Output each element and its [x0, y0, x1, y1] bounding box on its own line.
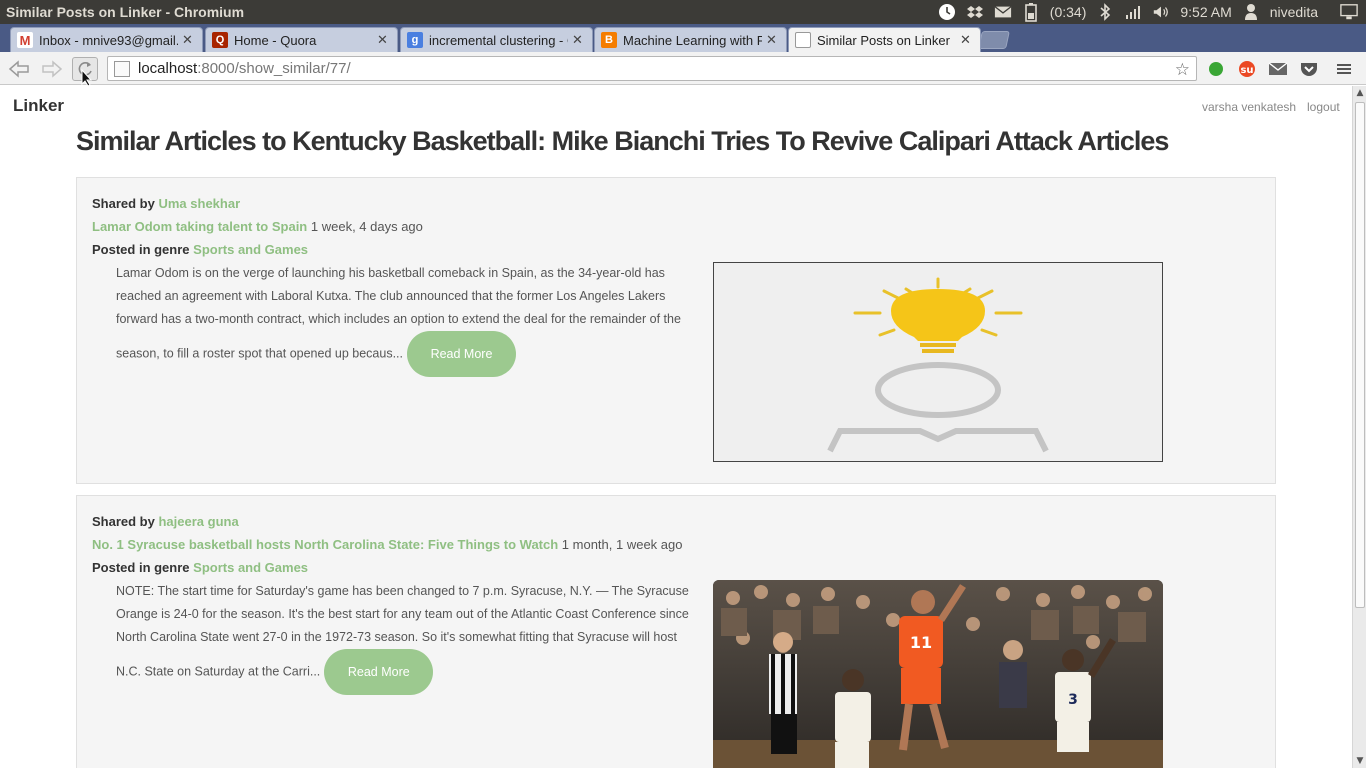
volume-icon[interactable] [1152, 3, 1170, 21]
page-scrollbar[interactable]: ▲ ▼ [1352, 86, 1366, 768]
site-navbar: Linker varsha venkatesh logout [0, 86, 1352, 128]
read-more-button[interactable]: Read More [407, 331, 516, 377]
clock-app-icon[interactable] [938, 3, 956, 21]
genre-line: Posted in genre Sports and Games [92, 242, 308, 257]
blogger-icon: B [601, 32, 617, 48]
post-title-line: Lamar Odom taking talent to Spain 1 week… [92, 219, 423, 234]
pocket-extension-icon[interactable] [1299, 59, 1319, 79]
tab-label: Home - Quora [234, 32, 317, 48]
close-icon[interactable]: ✕ [182, 32, 194, 48]
scroll-down-arrow-icon[interactable]: ▼ [1353, 754, 1366, 768]
gmail-icon: M [17, 32, 33, 48]
bluetooth-icon[interactable] [1096, 3, 1114, 21]
page-icon [795, 32, 811, 48]
tab-label: Similar Posts on Linker [817, 32, 950, 48]
post-title-line: No. 1 Syracuse basketball hosts North Ca… [92, 537, 683, 552]
site-brand[interactable]: Linker [13, 96, 64, 116]
svg-text:3: 3 [1068, 692, 1078, 708]
shared-by-line: Shared by hajeera guna [92, 514, 239, 529]
mail-extension-icon[interactable] [1268, 59, 1288, 79]
close-icon[interactable]: ✕ [377, 32, 389, 48]
url-path: :8000/show_similar/77/ [197, 60, 351, 77]
chrome-menu-icon[interactable] [1334, 59, 1354, 79]
close-icon[interactable]: ✕ [960, 32, 972, 48]
genre-link[interactable]: Sports and Games [193, 560, 308, 575]
browser-toolbar: localhost:8000/show_similar/77/ ☆ su [0, 52, 1366, 87]
genre-line: Posted in genre Sports and Games [92, 560, 308, 575]
post-thumbnail [713, 262, 1163, 462]
tab-quora[interactable]: Q Home - Quora ✕ [205, 27, 398, 52]
post-excerpt: Lamar Odom is on the verge of launching … [116, 262, 696, 377]
evernote-extension-icon[interactable] [1206, 59, 1226, 79]
battery-time: (0:34) [1049, 4, 1087, 20]
post-title-link[interactable]: Lamar Odom taking talent to Spain [92, 219, 307, 234]
tab-inbox[interactable]: M Inbox - mnive93@gmail.co ✕ [10, 27, 203, 52]
back-button[interactable] [6, 57, 32, 81]
network-signal-icon[interactable] [1124, 3, 1142, 21]
mouse-cursor-icon [81, 69, 93, 87]
post-excerpt: NOTE: The start time for Saturday's game… [116, 580, 696, 695]
page-icon [114, 60, 130, 77]
scrollbar-thumb[interactable] [1355, 102, 1365, 608]
basketball-game-photo: 11 3 [713, 580, 1163, 768]
tab-label: Inbox - mnive93@gmail.co [39, 32, 178, 48]
new-tab-button[interactable] [978, 31, 1010, 49]
close-icon[interactable]: ✕ [766, 32, 778, 48]
bookmark-star-icon[interactable]: ☆ [1175, 60, 1190, 80]
web-page: Linker varsha venkatesh logout Similar A… [0, 86, 1352, 768]
back-arrow-icon [8, 60, 29, 78]
sharer-link[interactable]: Uma shekhar [158, 196, 240, 211]
tab-linker[interactable]: Similar Posts on Linker ✕ [788, 27, 981, 52]
shared-by-label: Shared by [92, 514, 155, 529]
battery-icon[interactable] [1022, 3, 1040, 22]
power-settings-icon[interactable] [1340, 3, 1358, 21]
genre-label: Posted in genre [92, 242, 190, 257]
post-title-link[interactable]: No. 1 Syracuse basketball hosts North Ca… [92, 537, 558, 552]
page-title: Similar Articles to Kentucky Basketball:… [76, 126, 1169, 156]
close-icon[interactable]: ✕ [572, 32, 584, 48]
forward-arrow-icon [42, 60, 63, 78]
post-card: Shared by hajeera guna No. 1 Syracuse ba… [76, 495, 1276, 768]
tab-google-search[interactable]: g incremental clustering - G ✕ [400, 27, 593, 52]
idea-placeholder-image [714, 263, 1162, 461]
logout-link[interactable]: logout [1307, 100, 1340, 114]
user-profile-link[interactable]: varsha venkatesh [1202, 100, 1296, 114]
mail-icon[interactable] [994, 3, 1012, 21]
genre-label: Posted in genre [92, 560, 190, 575]
system-tray: (0:34) 9:52 AM nivedita [938, 0, 1366, 24]
dropbox-icon[interactable] [966, 3, 984, 21]
post-thumbnail: 11 3 [713, 580, 1163, 768]
window-title: Similar Posts on Linker - Chromium [6, 4, 245, 20]
os-top-bar: Similar Posts on Linker - Chromium (0:34… [0, 0, 1366, 24]
user-icon[interactable] [1242, 3, 1260, 21]
tab-strip: M Inbox - mnive93@gmail.co ✕ Q Home - Qu… [0, 24, 1366, 52]
genre-link[interactable]: Sports and Games [193, 242, 308, 257]
post-time: 1 week, 4 days ago [310, 219, 423, 234]
post-card: Shared by Uma shekhar Lamar Odom taking … [76, 177, 1276, 484]
session-user[interactable]: nivedita [1270, 4, 1318, 20]
svg-text:11: 11 [910, 633, 932, 652]
google-icon: g [407, 32, 423, 48]
tab-label: incremental clustering - G [429, 32, 568, 48]
clock[interactable]: 9:52 AM [1180, 4, 1231, 20]
quora-icon: Q [212, 32, 228, 48]
shared-by-line: Shared by Uma shekhar [92, 196, 240, 211]
address-bar[interactable]: localhost:8000/show_similar/77/ ☆ [107, 56, 1197, 81]
read-more-button[interactable]: Read More [324, 649, 434, 695]
stumbleupon-extension-icon[interactable]: su [1237, 59, 1257, 79]
url-host: localhost [138, 60, 198, 77]
excerpt-text: Lamar Odom is on the verge of launching … [116, 266, 681, 361]
tab-blogger[interactable]: B Machine Learning with Py ✕ [594, 27, 787, 52]
tab-label: Machine Learning with Py [623, 32, 762, 48]
post-time: 1 month, 1 week ago [561, 537, 683, 552]
shared-by-label: Shared by [92, 196, 155, 211]
sharer-link[interactable]: hajeera guna [158, 514, 238, 529]
forward-button[interactable] [39, 57, 65, 81]
scroll-up-arrow-icon[interactable]: ▲ [1353, 86, 1366, 100]
svg-text:su: su [1240, 65, 1253, 76]
